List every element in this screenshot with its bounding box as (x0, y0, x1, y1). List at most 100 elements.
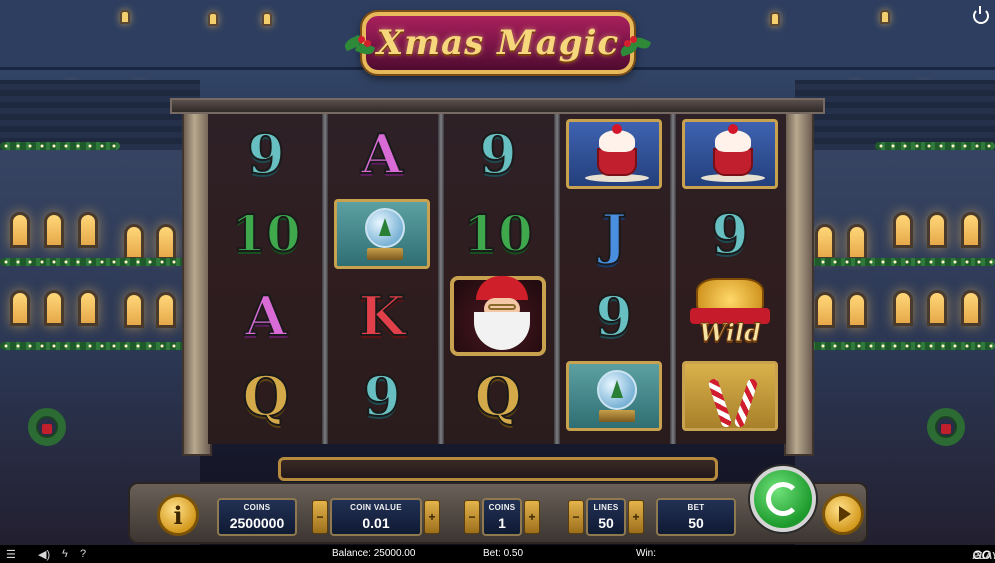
house-window (927, 290, 947, 326)
coin-value-increase-button[interactable]: + (424, 500, 440, 534)
symbol-q-text: Q (241, 364, 290, 428)
reel-symbol-j: J (558, 194, 670, 274)
symbol-a-text: A (244, 284, 288, 348)
symbol-9-text: 9 (246, 122, 286, 186)
win-text: Win: (636, 548, 656, 559)
symbol-k-text: K (358, 284, 407, 348)
house-window (815, 292, 835, 328)
lines-label: LINES (593, 503, 619, 512)
house-window (10, 290, 30, 326)
power-icon[interactable] (973, 6, 989, 24)
snowglobe-icon (566, 361, 662, 431)
reel-symbol-candycane (674, 356, 786, 436)
garland (0, 142, 120, 150)
bet-display: BET 50 (656, 498, 736, 536)
house-window (961, 290, 981, 326)
right-house (789, 80, 995, 545)
reel-frame-top (170, 98, 825, 114)
bet-coins-decrease-button[interactable]: − (464, 500, 480, 534)
house-window (927, 212, 947, 248)
symbol-10-text: 10 (230, 204, 302, 263)
lines-increase-button[interactable]: + (628, 500, 644, 534)
brand-prefix: PLAY'N (972, 551, 995, 562)
lines-display: LINES 50 (586, 498, 626, 536)
background-window (208, 12, 218, 26)
cupcake-icon (682, 119, 778, 189)
reel-symbol-9: 9 (442, 114, 554, 194)
house-roof (795, 80, 995, 150)
wild-icon: Wild (682, 278, 778, 354)
cupcake-icon (566, 119, 662, 189)
house-window (961, 212, 981, 248)
reel-symbol-snowglobe (326, 194, 438, 274)
coin-value-decrease-button[interactable]: − (312, 500, 328, 534)
info-icon: i (173, 500, 183, 530)
autoplay-button[interactable] (822, 493, 864, 535)
right-pillar (784, 110, 814, 456)
reel-symbol-snowglobe (558, 356, 670, 436)
background-window (262, 12, 272, 26)
bet-value: 50 (688, 515, 704, 531)
lines-value: 50 (598, 515, 614, 531)
help-icon[interactable]: ? (80, 548, 86, 560)
lines-decrease-button[interactable]: − (568, 500, 584, 534)
holly-icon (618, 34, 654, 58)
garland (805, 342, 995, 350)
reel-symbol-9: 9 (674, 194, 786, 274)
bet-coins-label: COINS (488, 503, 516, 512)
coins-display: COINS 2500000 (217, 498, 297, 536)
wild-label: Wild (699, 318, 762, 348)
holly-icon (342, 34, 378, 58)
bet-label: BET (687, 503, 705, 512)
bet-coins-display: COINS 1 (482, 498, 522, 536)
garland (0, 258, 190, 266)
house-window (10, 212, 30, 248)
house-window (124, 224, 144, 260)
house-window (124, 292, 144, 328)
reel-symbol-9: 9 (326, 356, 438, 436)
game-logo: Xmas Magic (342, 12, 652, 74)
reel-symbol-cupcake (558, 114, 670, 194)
reel-symbol-10: 10 (210, 194, 322, 274)
menu-icon[interactable]: ☰ (6, 548, 16, 561)
reel-symbol-a: A (210, 276, 322, 356)
house-window (847, 292, 867, 328)
house-window (156, 224, 176, 260)
balance-text: Balance: 25000.00 (332, 548, 416, 559)
bet-coins-value: 1 (498, 515, 506, 531)
coin-value-value: 0.01 (362, 515, 390, 531)
coins-label: COINS (243, 503, 271, 512)
symbol-9-text: 9 (362, 364, 402, 428)
symbol-9-text: 9 (710, 202, 750, 266)
reel-area: 9 10 A Q A K 9 9 10 Q J 9 9 Wild (208, 114, 786, 444)
snowglobe-icon (334, 199, 430, 269)
house-window (44, 290, 64, 326)
game-scene: 9 10 A Q A K 9 9 10 Q J 9 9 Wild Xmas Magic i COINS 2… (0, 0, 995, 545)
left-house (0, 80, 206, 545)
background-window (120, 10, 130, 24)
symbol-j-text: J (600, 202, 628, 266)
santa-icon (450, 276, 546, 356)
symbol-a-text: A (360, 122, 404, 186)
garland (805, 258, 995, 266)
spin-button[interactable] (750, 466, 816, 532)
coins-value: 2500000 (229, 515, 285, 531)
reel-symbol-k: K (326, 276, 438, 356)
house-window (847, 224, 867, 260)
house-window (893, 290, 913, 326)
spin-icon (766, 482, 800, 516)
background-window (880, 10, 890, 24)
reel-symbol-a: A (326, 114, 438, 194)
info-button[interactable]: i (157, 494, 199, 536)
coin-value-label: COIN VALUE (350, 503, 402, 512)
turbo-icon[interactable]: ϟ (62, 548, 68, 560)
symbol-10-text: 10 (462, 204, 534, 263)
reel-symbol-wild: Wild (674, 276, 786, 356)
house-window (44, 212, 64, 248)
reel-symbol-cupcake (674, 114, 786, 194)
house-window (893, 212, 913, 248)
sound-icon[interactable]: ◀) (38, 548, 50, 561)
bet-coins-increase-button[interactable]: + (524, 500, 540, 534)
house-roof (0, 80, 200, 150)
wreath-icon (28, 408, 66, 446)
